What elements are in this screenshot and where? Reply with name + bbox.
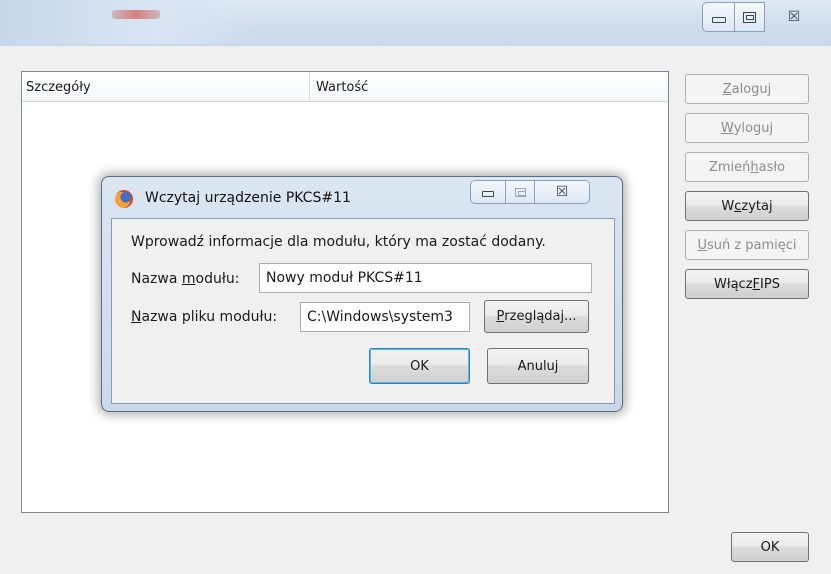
module-name-label-post: odułu: <box>195 271 240 287</box>
unload-label-accel: U <box>697 237 707 253</box>
change-password-label-post: asło <box>758 159 786 175</box>
fips-label-accel: F <box>752 276 761 292</box>
maximize-icon <box>743 11 756 23</box>
browse-button[interactable]: Przeglądaj... <box>484 300 589 333</box>
dialog-title: Wczytaj urządzenie PKCS#11 <box>145 190 351 206</box>
load-label-pre: W <box>721 198 735 214</box>
logout-label-accel: W <box>720 120 734 136</box>
dialog-maximize-button <box>506 180 535 204</box>
dialog-cancel-button[interactable]: Anuluj <box>487 348 589 384</box>
fips-label-post: IPS <box>760 276 780 292</box>
column-header-details[interactable]: Szczegóły <box>22 72 310 102</box>
window-caption-buttons: ☒ <box>702 2 826 36</box>
unload-button[interactable]: Usuń z pamięci <box>685 230 809 260</box>
module-name-input[interactable]: Nowy moduł PKCS#11 <box>259 263 592 293</box>
minimize-icon <box>711 17 726 23</box>
minimize-icon <box>482 191 494 197</box>
module-name-label: Nazwa modułu: <box>131 271 239 287</box>
logout-label-post: yloguj <box>733 120 774 136</box>
dialog-intro-text: Wprowadź informacje dla modułu, który ma… <box>131 234 546 250</box>
login-button[interactable]: Zaloguj <box>685 74 809 104</box>
browse-label-post: rzeglądaj... <box>504 309 577 324</box>
module-file-label-post: azwa pliku modułu: <box>141 309 278 325</box>
table-header: Szczegóły Wartość <box>22 72 668 102</box>
change-password-label-accel: h <box>750 159 759 175</box>
side-button-column: Zaloguj Wyloguj Zmień h asło Wc zytaj Usuń… <box>685 74 809 308</box>
module-file-input[interactable]: C:\Windows\system3 <box>300 302 470 332</box>
browse-label-accel: P <box>496 309 505 324</box>
window-titlebar: ☒ <box>0 0 831 46</box>
unload-label-post: suń z pamięci <box>706 237 797 253</box>
firefox-icon <box>115 190 133 208</box>
close-button[interactable]: ☒ <box>765 2 823 32</box>
module-file-label: Nazwa pliku modułu: <box>131 309 277 325</box>
titlebar-glass <box>0 0 260 44</box>
maximize-button[interactable] <box>735 2 765 32</box>
dialog-close-button[interactable]: ☒ <box>535 180 590 204</box>
fips-label-pre: Włącz <box>714 276 753 292</box>
ok-button[interactable]: OK <box>731 532 809 562</box>
close-icon: ☒ <box>555 184 569 200</box>
login-label-accel: Z <box>722 81 732 97</box>
dialog-caption-buttons: ☒ <box>470 180 590 204</box>
module-file-label-accel: N <box>131 309 142 325</box>
logout-button[interactable]: Wyloguj <box>685 113 809 143</box>
load-label-accel: c <box>734 198 742 214</box>
close-icon: ☒ <box>787 9 801 25</box>
change-password-label-pre: Zmień <box>708 159 751 175</box>
load-label-post: zytaj <box>741 198 773 214</box>
titlebar-title-fragment <box>112 10 160 19</box>
maximize-icon <box>514 187 526 197</box>
load-pkcs11-dialog: Wczytaj urządzenie PKCS#11 ☒ Wprowadź in… <box>101 176 623 412</box>
dialog-ok-button[interactable]: OK <box>369 348 470 384</box>
column-header-value[interactable]: Wartość <box>310 72 668 102</box>
minimize-button[interactable] <box>702 2 735 32</box>
module-name-label-accel: m <box>181 271 196 287</box>
load-button[interactable]: Wc zytaj <box>685 191 809 221</box>
enable-fips-button[interactable]: Włącz F IPS <box>685 269 809 299</box>
dialog-minimize-button[interactable] <box>470 180 506 204</box>
dialog-body: Wprowadź informacje dla modułu, który ma… <box>111 218 615 404</box>
change-password-button[interactable]: Zmień h asło <box>685 152 809 182</box>
module-name-label-pre: Nazwa <box>131 271 182 287</box>
login-label-post: aloguj <box>731 81 772 97</box>
